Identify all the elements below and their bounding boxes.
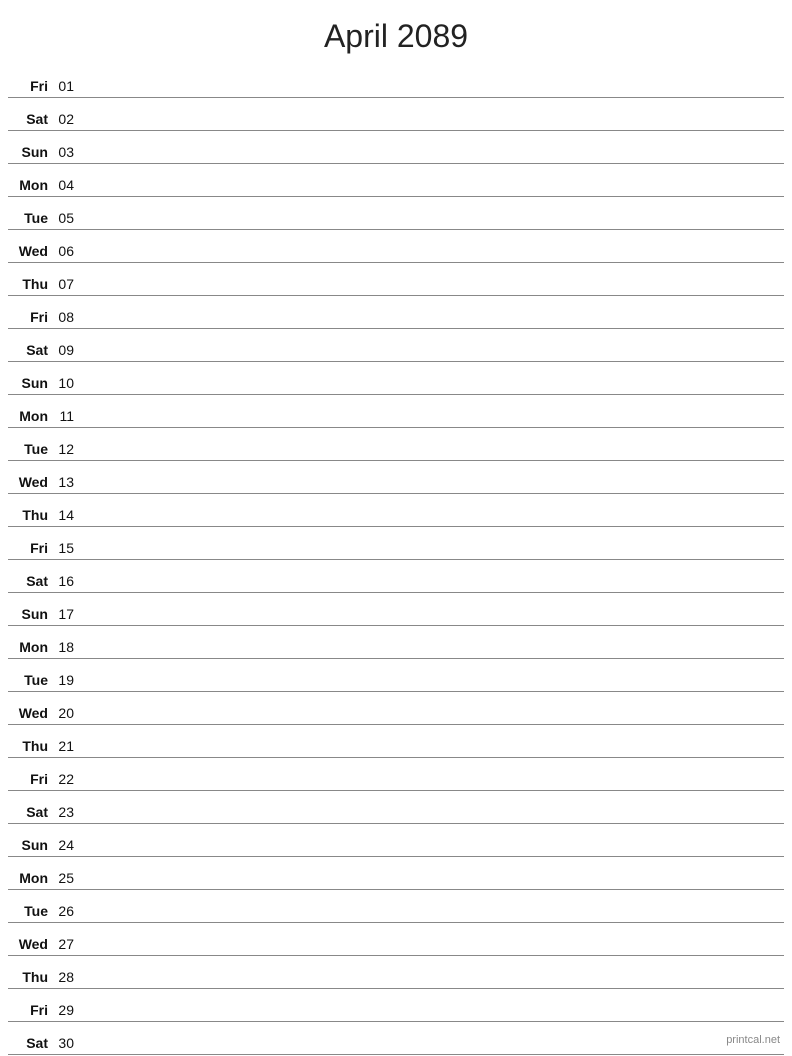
day-name: Fri	[8, 771, 52, 787]
day-name: Mon	[8, 408, 52, 424]
day-name: Tue	[8, 672, 52, 688]
day-row: Sun17	[8, 593, 784, 626]
day-number: 13	[52, 474, 82, 490]
day-row: Wed13	[8, 461, 784, 494]
day-name: Fri	[8, 1002, 52, 1018]
day-row: Wed27	[8, 923, 784, 956]
day-row: Tue05	[8, 197, 784, 230]
day-name: Thu	[8, 276, 52, 292]
day-row: Tue26	[8, 890, 784, 923]
day-name: Thu	[8, 738, 52, 754]
day-number: 25	[52, 870, 82, 886]
day-name: Sun	[8, 144, 52, 160]
day-number: 15	[52, 540, 82, 556]
day-row: Sat16	[8, 560, 784, 593]
day-row: Mon25	[8, 857, 784, 890]
day-row: Sun03	[8, 131, 784, 164]
page-title: April 2089	[0, 0, 792, 65]
day-name: Tue	[8, 903, 52, 919]
day-row: Thu21	[8, 725, 784, 758]
day-row: Sat30	[8, 1022, 784, 1055]
footer-text: printcal.net	[726, 1034, 780, 1046]
day-number: 14	[52, 507, 82, 523]
day-number: 19	[52, 672, 82, 688]
day-row: Thu28	[8, 956, 784, 989]
day-row: Sat02	[8, 98, 784, 131]
day-number: 06	[52, 243, 82, 259]
day-row: Tue12	[8, 428, 784, 461]
day-row: Fri01	[8, 65, 784, 98]
day-row: Tue19	[8, 659, 784, 692]
day-number: 26	[52, 903, 82, 919]
day-number: 08	[52, 309, 82, 325]
day-number: 12	[52, 441, 82, 457]
day-name: Tue	[8, 210, 52, 226]
day-number: 22	[52, 771, 82, 787]
day-number: 07	[52, 276, 82, 292]
day-number: 28	[52, 969, 82, 985]
day-name: Wed	[8, 705, 52, 721]
day-row: Mon04	[8, 164, 784, 197]
day-name: Wed	[8, 243, 52, 259]
day-name: Fri	[8, 309, 52, 325]
day-name: Fri	[8, 540, 52, 556]
calendar-grid: Fri01Sat02Sun03Mon04Tue05Wed06Thu07Fri08…	[0, 65, 792, 1055]
day-name: Tue	[8, 441, 52, 457]
day-row: Thu07	[8, 263, 784, 296]
day-number: 17	[52, 606, 82, 622]
day-name: Sun	[8, 837, 52, 853]
day-row: Fri22	[8, 758, 784, 791]
day-row: Fri08	[8, 296, 784, 329]
day-number: 23	[52, 804, 82, 820]
day-number: 03	[52, 144, 82, 160]
day-name: Sat	[8, 804, 52, 820]
day-name: Mon	[8, 870, 52, 886]
day-number: 01	[52, 78, 82, 94]
day-name: Fri	[8, 78, 52, 94]
day-row: Sat09	[8, 329, 784, 362]
day-name: Sat	[8, 1035, 52, 1051]
day-row: Mon18	[8, 626, 784, 659]
day-number: 21	[52, 738, 82, 754]
day-row: Sun24	[8, 824, 784, 857]
day-name: Sun	[8, 606, 52, 622]
day-row: Mon11	[8, 395, 784, 428]
day-number: 10	[52, 375, 82, 391]
day-name: Sun	[8, 375, 52, 391]
day-number: 18	[52, 639, 82, 655]
day-number: 09	[52, 342, 82, 358]
day-name: Mon	[8, 639, 52, 655]
day-row: Fri15	[8, 527, 784, 560]
day-number: 24	[52, 837, 82, 853]
day-row: Sun10	[8, 362, 784, 395]
day-row: Wed06	[8, 230, 784, 263]
day-row: Fri29	[8, 989, 784, 1022]
day-name: Sat	[8, 111, 52, 127]
day-number: 11	[52, 408, 82, 424]
day-name: Mon	[8, 177, 52, 193]
day-row: Wed20	[8, 692, 784, 725]
day-number: 04	[52, 177, 82, 193]
day-name: Wed	[8, 936, 52, 952]
day-number: 27	[52, 936, 82, 952]
day-number: 02	[52, 111, 82, 127]
day-number: 30	[52, 1035, 82, 1051]
day-number: 29	[52, 1002, 82, 1018]
day-name: Thu	[8, 969, 52, 985]
day-number: 05	[52, 210, 82, 226]
day-name: Wed	[8, 474, 52, 490]
day-number: 16	[52, 573, 82, 589]
day-row: Sat23	[8, 791, 784, 824]
day-name: Sat	[8, 342, 52, 358]
day-name: Thu	[8, 507, 52, 523]
day-row: Thu14	[8, 494, 784, 527]
day-number: 20	[52, 705, 82, 721]
day-name: Sat	[8, 573, 52, 589]
